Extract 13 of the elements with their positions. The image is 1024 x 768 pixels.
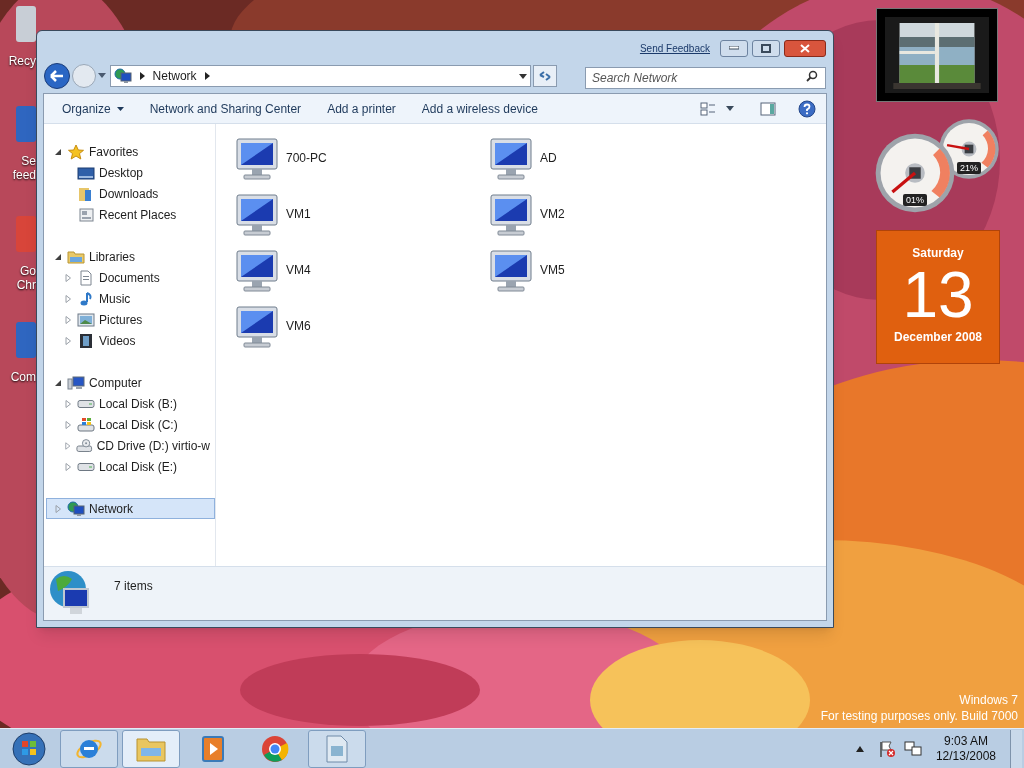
network-status-icon[interactable] [903, 739, 922, 758]
clock[interactable]: 9:03 AM 12/13/2008 [925, 733, 1006, 764]
clock-time: 9:03 AM [943, 733, 988, 749]
show-desktop-button[interactable] [1010, 729, 1022, 768]
taskbar-button[interactable] [122, 729, 180, 768]
chrome-logo-icon [260, 733, 290, 764]
taskbar-button[interactable] [60, 729, 118, 768]
taskbar-button[interactable] [308, 729, 366, 768]
windows-orb-icon [12, 731, 46, 766]
document-icon [324, 733, 350, 764]
flag-icon[interactable] [877, 739, 896, 758]
clock-date: 12/13/2008 [935, 748, 996, 764]
show-hidden-icons-icon[interactable] [855, 745, 864, 752]
